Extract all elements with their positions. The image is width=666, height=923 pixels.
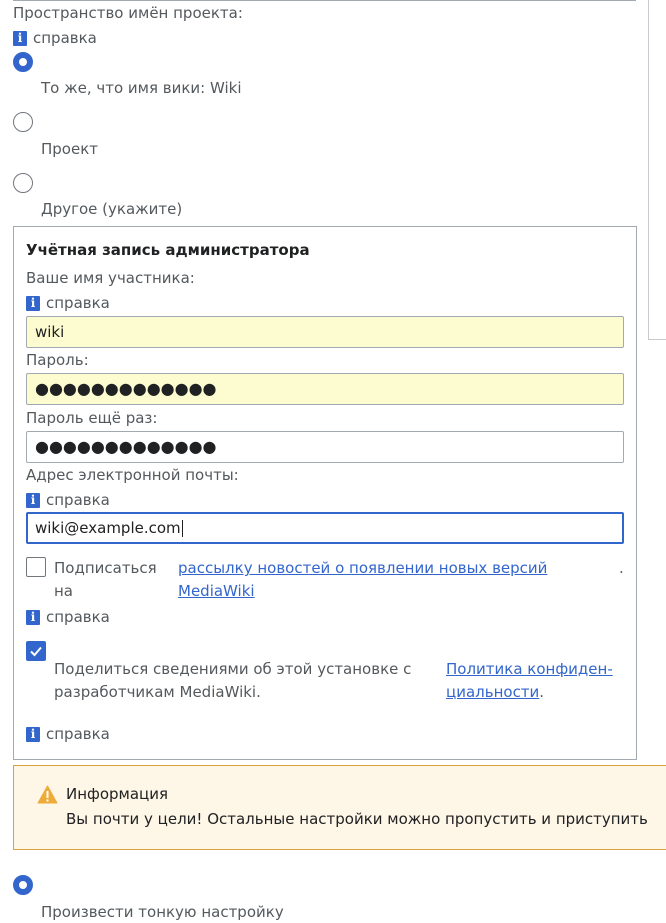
notice-text: Вы почти у цели! Остальные настройки мож… [66,810,648,828]
email-help[interactable]: i справка [26,490,110,510]
help-label: справка [46,608,110,626]
radio-namespace-wiki[interactable] [13,52,33,72]
email-label: Адрес электронной почты: [26,466,239,484]
info-icon: i [13,30,27,46]
username-label: Ваше имя участника: [26,269,195,287]
info-icon: i [26,609,40,625]
share-checkbox[interactable] [26,641,46,661]
radio-fine-tune-label: Произвести тонкую настройку [41,903,284,921]
password-value: ●●●●●●●●●●●●● [35,379,217,398]
subscribe-checkbox[interactable] [26,557,46,577]
radio-namespace-wiki-label: То же, что имя вики: Wiki [41,79,242,97]
subscribe-text-line1: Подписаться [54,559,157,577]
info-icon: i [26,492,40,508]
radio-namespace-other-label: Другое (укажите) [41,200,183,218]
username-input[interactable]: wiki [26,316,624,348]
subscribe-period: . [619,559,624,577]
help-label: справка [33,29,97,47]
info-icon: i [26,726,40,742]
radio-namespace-project[interactable] [13,112,33,132]
top-divider [13,0,636,1]
radio-namespace-other[interactable] [13,173,33,193]
info-icon: i [26,295,40,311]
warning-icon [37,785,58,804]
radio-fine-tune[interactable] [13,875,33,895]
checkmark-icon [30,646,42,657]
email-value: wiki@example.com [35,519,181,537]
radio-namespace-project-label: Проект [41,140,99,158]
side-panel-frame [648,0,666,340]
username-value: wiki [35,323,65,341]
text-caret [181,519,183,537]
share-help[interactable]: i справка [26,724,110,744]
admin-account-legend: Учётная запись администратора [26,241,310,259]
help-label: справка [46,491,110,509]
newsletter-link-line2[interactable]: MediaWiki [178,582,255,600]
privacy-policy-link-line2[interactable]: циальности [446,683,539,701]
notice-title: Информация [66,785,169,803]
share-text-line1: Поделиться сведениями об этой установке … [54,660,412,678]
password-again-value: ●●●●●●●●●●●●● [35,437,217,456]
username-help[interactable]: i справка [26,293,110,313]
share-period: . [539,683,545,701]
project-namespace-label: Пространство имён проекта: [13,4,243,22]
password-input[interactable]: ●●●●●●●●●●●●● [26,373,624,405]
email-input[interactable]: wiki@example.com [26,512,624,544]
subscribe-help[interactable]: i справка [26,607,110,627]
help-label: справка [46,294,110,312]
privacy-policy-link[interactable]: Политика конфиден- [446,660,613,678]
newsletter-link[interactable]: рассылку новостей о появлении новых верс… [178,559,547,577]
share-text-line2: разработчикам MediaWiki. [54,683,261,701]
project-namespace-help[interactable]: i справка [13,28,97,48]
password-again-label: Пароль ещё раз: [26,409,158,427]
privacy-policy-line2: циальности. [446,683,544,701]
password-again-input[interactable]: ●●●●●●●●●●●●● [26,431,624,463]
info-notice [13,765,666,850]
password-label: Пароль: [26,351,89,369]
subscribe-text-line2: на [54,582,73,600]
help-label: справка [46,725,110,743]
